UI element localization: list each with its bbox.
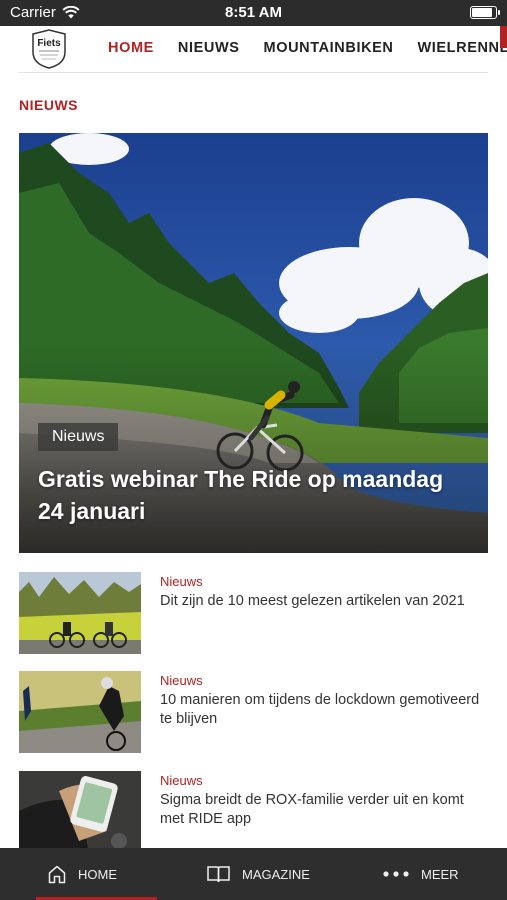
bottom-tab-bar: HOME MAGAZINE MEER (0, 848, 507, 900)
top-navigation: Fiets HOME NIEUWS MOUNTAINBIKEN WIELRENN… (0, 26, 507, 72)
tab-magazine[interactable]: MAGAZINE (207, 848, 310, 900)
tab-home[interactable]: HOME (36, 848, 157, 900)
nav-mountainbiken[interactable]: MOUNTAINBIKEN (264, 40, 394, 56)
article-category: Nieuws (160, 574, 203, 589)
article-category: Nieuws (160, 773, 203, 788)
article-title: Dit zijn de 10 meest gelezen artikelen v… (160, 593, 465, 609)
list-item[interactable]: Nieuws Sigma breidt de ROX-familie verde… (19, 771, 488, 853)
battery-level (472, 8, 492, 17)
hero-title: Gratis webinar The Ride op maandag 24 ja… (38, 466, 444, 524)
book-icon (207, 866, 230, 883)
nav-home[interactable]: HOME (108, 40, 154, 56)
list-item[interactable]: Nieuws 10 manieren om tijdens de lockdow… (19, 671, 488, 753)
logo-text: Fiets (37, 38, 61, 49)
fiets-logo[interactable]: Fiets (30, 28, 68, 70)
list-item[interactable]: Nieuws Dit zijn de 10 meest gelezen arti… (19, 572, 488, 654)
status-bar: Carrier 8:51 AM (0, 0, 507, 26)
nav-wielrennen[interactable]: WIELRENNEN (417, 40, 507, 56)
section-title: NIEUWS (19, 97, 78, 113)
more-dots-icon (383, 871, 409, 877)
battery-icon (470, 6, 500, 19)
header-divider (19, 72, 488, 73)
nav-overflow-indicator (500, 26, 507, 48)
clock: 8:51 AM (225, 4, 282, 21)
article-thumbnail (19, 671, 141, 753)
article-title: Sigma breidt de ROX-familie verder uit e… (160, 792, 464, 827)
main-nav: HOME NIEUWS MOUNTAINBIKEN WIELRENNEN (108, 40, 507, 56)
tab-magazine-label: MAGAZINE (242, 866, 310, 882)
tab-home-label: HOME (78, 866, 117, 882)
article-thumbnail (19, 771, 141, 853)
article-thumbnail (19, 572, 141, 654)
tab-meer[interactable]: MEER (383, 848, 459, 900)
home-icon (48, 865, 66, 883)
hero-category-badge: Nieuws (38, 423, 119, 451)
nav-nieuws[interactable]: NIEUWS (178, 40, 240, 56)
article-category: Nieuws (160, 673, 203, 688)
tab-meer-label: MEER (421, 866, 459, 882)
hero-article[interactable]: Nieuws Gratis webinar The Ride op maanda… (19, 133, 488, 553)
article-title: 10 manieren om tijdens de lockdown gemot… (160, 692, 480, 727)
